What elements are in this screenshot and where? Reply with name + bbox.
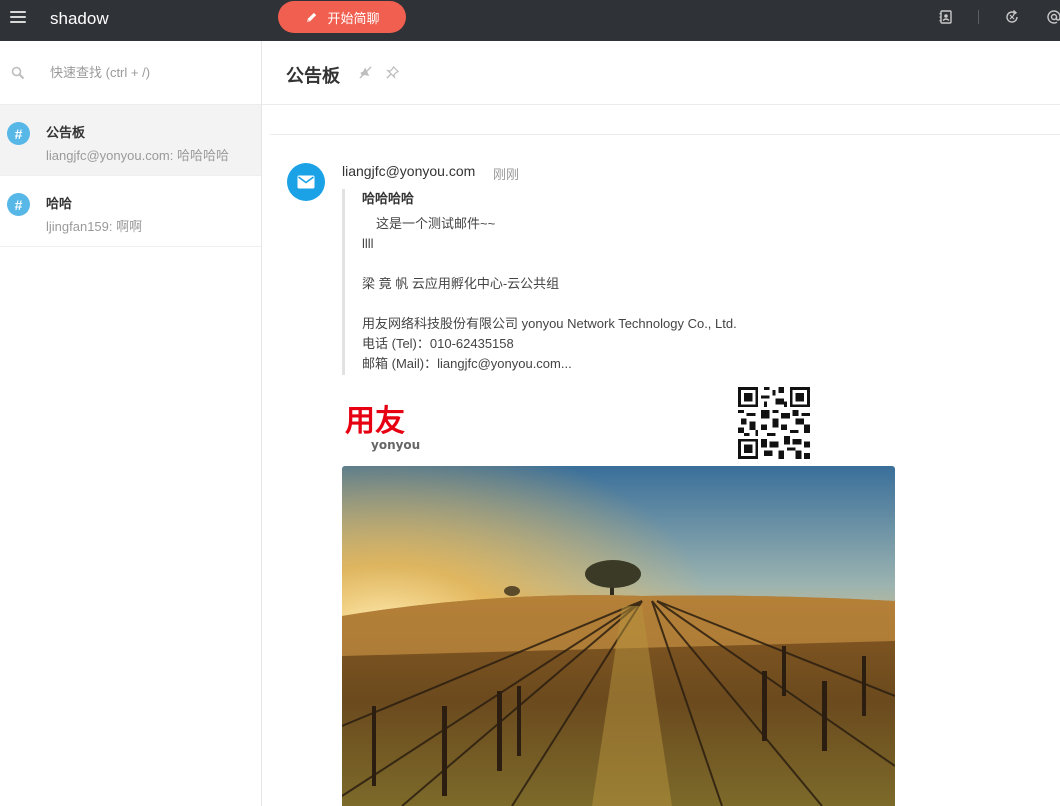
search-bar (0, 41, 261, 105)
message-body-line: llll (362, 236, 374, 251)
channel-item-bulletin[interactable]: # 公告板 liangjfc@yonyou.com: 哈哈哈哈 (0, 105, 261, 176)
search-input[interactable] (40, 59, 250, 85)
mute-icon[interactable] (358, 65, 373, 80)
start-chat-label: 开始简聊 (327, 10, 380, 26)
message-quote: 哈哈哈哈 这是一个测试邮件~~ llll 梁 竟 帆 云应用孵化中心-云公共组 … (342, 189, 842, 375)
app-title: shadow (50, 9, 109, 28)
main-panel: 公告板 liangjfc@yonyou.com 刚刚 哈哈哈哈 这是一个测试邮件… (262, 41, 1060, 806)
search-icon (11, 66, 25, 80)
contacts-icon[interactable] (938, 9, 954, 25)
qr-code-icon (738, 387, 810, 459)
message-sender[interactable]: liangjfc@yonyou.com (342, 163, 475, 179)
message-subject: 哈哈哈哈 (362, 191, 415, 206)
message-body-line: 这是一个测试邮件~~ (376, 216, 496, 231)
mail-icon (297, 175, 315, 189)
signature-name: 梁 竟 帆 云应用孵化中心-云公共组 (362, 276, 560, 291)
message-time: 刚刚 (493, 167, 520, 182)
svg-text:yonyou: yonyou (371, 438, 420, 452)
sidebar: # 公告板 liangjfc@yonyou.com: 哈哈哈哈 # 哈哈 lji… (0, 41, 262, 806)
signature-company: 用友网络科技股份有限公司 yonyou Network Technology C… (362, 316, 737, 331)
pin-icon[interactable] (385, 65, 400, 80)
channel-name: 公告板 (46, 125, 86, 140)
hash-icon: # (7, 122, 30, 145)
yonyou-logo: 用友 yonyou (345, 404, 420, 452)
svg-text:用友: 用友 (345, 404, 405, 439)
attached-photo[interactable] (342, 466, 895, 806)
top-bar: shadow 开始简聊 (0, 0, 1060, 41)
start-chat-button[interactable]: 开始简聊 (278, 1, 406, 33)
main-header: 公告板 (262, 41, 1060, 105)
divider (270, 134, 1060, 135)
signature-mail: 邮箱 (Mail)：liangjfc@yonyou.com... (362, 356, 572, 371)
avatar[interactable] (287, 163, 325, 201)
channel-last-message: ljingfan159: 啊啊 (46, 219, 143, 234)
topbar-separator (978, 10, 979, 24)
at-icon[interactable] (1046, 9, 1060, 25)
channel-name: 哈哈 (46, 196, 73, 211)
channel-item-haha[interactable]: # 哈哈 ljingfan159: 啊啊 (0, 176, 261, 247)
menu-icon[interactable] (10, 11, 26, 25)
sync-icon[interactable] (1004, 9, 1020, 25)
signature-tel: 电话 (Tel)：010-62435158 (362, 336, 514, 351)
channel-last-message: liangjfc@yonyou.com: 哈哈哈哈 (46, 148, 229, 163)
page-title: 公告板 (286, 66, 340, 86)
pencil-icon (307, 12, 317, 22)
hash-icon: # (7, 193, 30, 216)
